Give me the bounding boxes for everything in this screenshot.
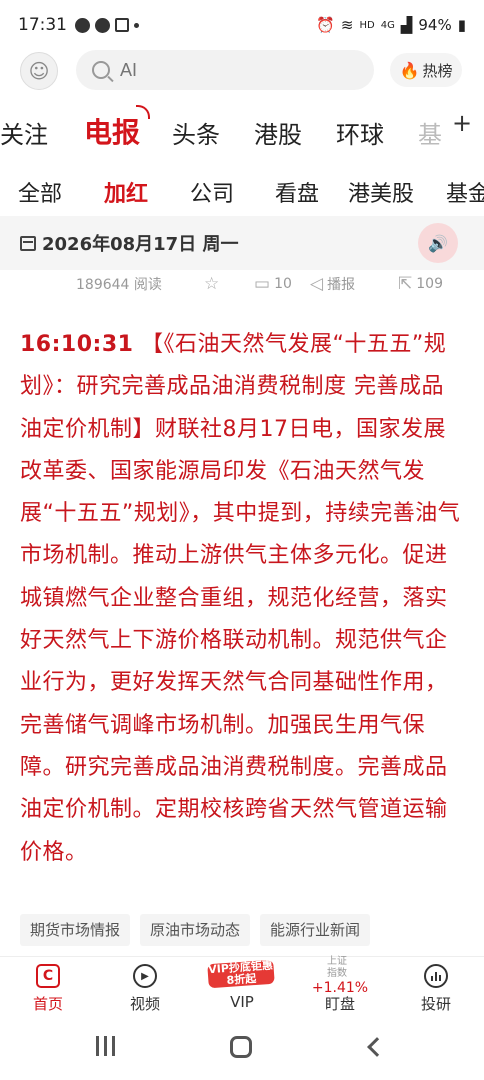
calendar-icon — [20, 235, 36, 251]
play-icon: ▶ — [133, 964, 157, 988]
notification-icons — [75, 17, 139, 33]
tag-energy[interactable]: 能源行业新闻 — [260, 914, 371, 946]
market-index: 上证指数 +1.41% — [312, 956, 368, 996]
home-icon: C — [36, 964, 60, 988]
nav-research-label: 投研 — [420, 995, 451, 1013]
broadcast-label: 播报 — [327, 277, 356, 293]
tag-crude-oil[interactable]: 原油市场动态 — [140, 914, 251, 946]
nav-market-label: 盯盘 — [324, 995, 355, 1013]
comment-count: 10 — [274, 276, 292, 292]
nav-video[interactable]: ▶ 视频 — [105, 963, 185, 1014]
share-count: 109 — [416, 276, 443, 292]
article-meta: 189644 阅读 ☆ ▭ 10 ◁ 播报 ⇱ 109 — [0, 272, 484, 296]
battery-icon: ▮ — [457, 16, 466, 34]
nav-home-label: 首页 — [32, 995, 63, 1013]
chat-bubble-icon — [75, 17, 90, 33]
share-button[interactable]: ⇱ 109 — [398, 274, 443, 294]
battery-level: 94% — [418, 16, 452, 34]
image-icon — [115, 18, 129, 32]
tab-fund[interactable]: 基 — [418, 115, 442, 150]
system-nav-bar — [0, 1018, 484, 1080]
live-signal-icon — [136, 105, 150, 119]
tag-list: 期货市场情报 原油市场动态 能源行业新闻 — [20, 914, 466, 946]
search-row: ☺ 🔥 热榜 — [0, 50, 484, 92]
hot-list-button[interactable]: 🔥 热榜 — [390, 53, 462, 87]
subtab-all[interactable]: 全部 — [18, 176, 62, 208]
nav-video-label: 视频 — [129, 995, 160, 1013]
speaker-icon[interactable]: 🔊 — [418, 223, 458, 263]
chat-bubble-icon — [95, 17, 110, 33]
nav-market[interactable]: 上证指数 +1.41% 盯盘 — [300, 956, 380, 1014]
nav-vip-label: VIP — [230, 993, 254, 1011]
tab-global[interactable]: 环球 — [336, 115, 384, 150]
market-index-label: 上证指数 — [327, 956, 347, 979]
tab-telegraph[interactable]: 电报 — [84, 111, 140, 151]
nav-research[interactable]: 投研 — [396, 963, 476, 1014]
share-icon: ⇱ — [398, 274, 413, 294]
subtab-red[interactable]: 加红 — [104, 176, 148, 208]
flame-icon: 🔥 — [399, 60, 420, 80]
hot-list-label: 热榜 — [422, 61, 453, 80]
comment-button[interactable]: ▭ 10 — [254, 274, 292, 294]
tab-hk-stocks[interactable]: 港股 — [254, 115, 302, 150]
nav-home[interactable]: C 首页 — [8, 963, 88, 1014]
alarm-icon: ⏰ — [316, 16, 335, 34]
audio-icon: ◁ — [310, 274, 324, 294]
date-label: 2026年08月17日 周一 — [42, 234, 239, 255]
recent-apps-button[interactable] — [96, 1036, 115, 1056]
search-icon — [92, 61, 110, 79]
avatar[interactable]: ☺ — [20, 52, 58, 90]
date-bar: 2026年08月17日 周一 🔊 — [0, 216, 484, 270]
search-input[interactable] — [120, 59, 340, 81]
system-status: ⏰ ≋ HD 4G ▟ 94% ▮ — [316, 16, 466, 34]
subtab-fund[interactable]: 基金 — [446, 176, 484, 208]
home-button[interactable] — [230, 1036, 252, 1058]
more-dot-icon — [134, 22, 139, 28]
article-body: 16:10:31 【《石油天然气发展“十五五”规划》：研究完善成品油消费税制度 … — [20, 324, 466, 874]
status-time: 17:31 — [18, 15, 67, 35]
channel-tabs: 关注 电报 头条 港股 环球 基 + — [0, 105, 484, 163]
chart-icon — [424, 964, 448, 988]
subtab-us-hk[interactable]: 港美股 — [348, 176, 414, 208]
tab-headlines[interactable]: 头条 — [172, 115, 220, 150]
status-bar: 17:31 ⏰ ≋ HD 4G ▟ 94% ▮ — [0, 0, 484, 50]
article-text: 【《石油天然气发展“十五五”规划》：研究完善成品油消费税制度 完善成品油定价机制… — [20, 332, 461, 865]
search-bar[interactable] — [76, 50, 374, 90]
signal-label: 4G — [380, 19, 395, 31]
comment-icon: ▭ — [254, 274, 271, 294]
star-icon: ☆ — [204, 274, 220, 294]
back-button[interactable] — [367, 1037, 387, 1057]
subtab-watch[interactable]: 看盘 — [275, 176, 319, 208]
hd-label: HD — [359, 19, 375, 31]
wifi-icon: ≋ — [340, 16, 354, 34]
view-count: 189644 阅读 — [76, 277, 162, 293]
tab-follow[interactable]: 关注 — [0, 115, 48, 150]
favorite-button[interactable]: ☆ — [204, 274, 219, 294]
sub-tabs: 全部 加红 公司 看盘 港美股 基金 — [0, 170, 484, 214]
tag-futures[interactable]: 期货市场情报 — [20, 914, 131, 946]
add-channel-icon[interactable]: + — [452, 109, 472, 137]
signal-icon: ▟ — [400, 16, 413, 34]
vip-promo-badge[interactable]: VIP抄底钜惠8折起 — [207, 959, 275, 989]
subtab-company[interactable]: 公司 — [190, 176, 234, 208]
broadcast-button[interactable]: ◁ 播报 — [310, 274, 355, 294]
article-time: 16:10:31 — [20, 332, 134, 357]
